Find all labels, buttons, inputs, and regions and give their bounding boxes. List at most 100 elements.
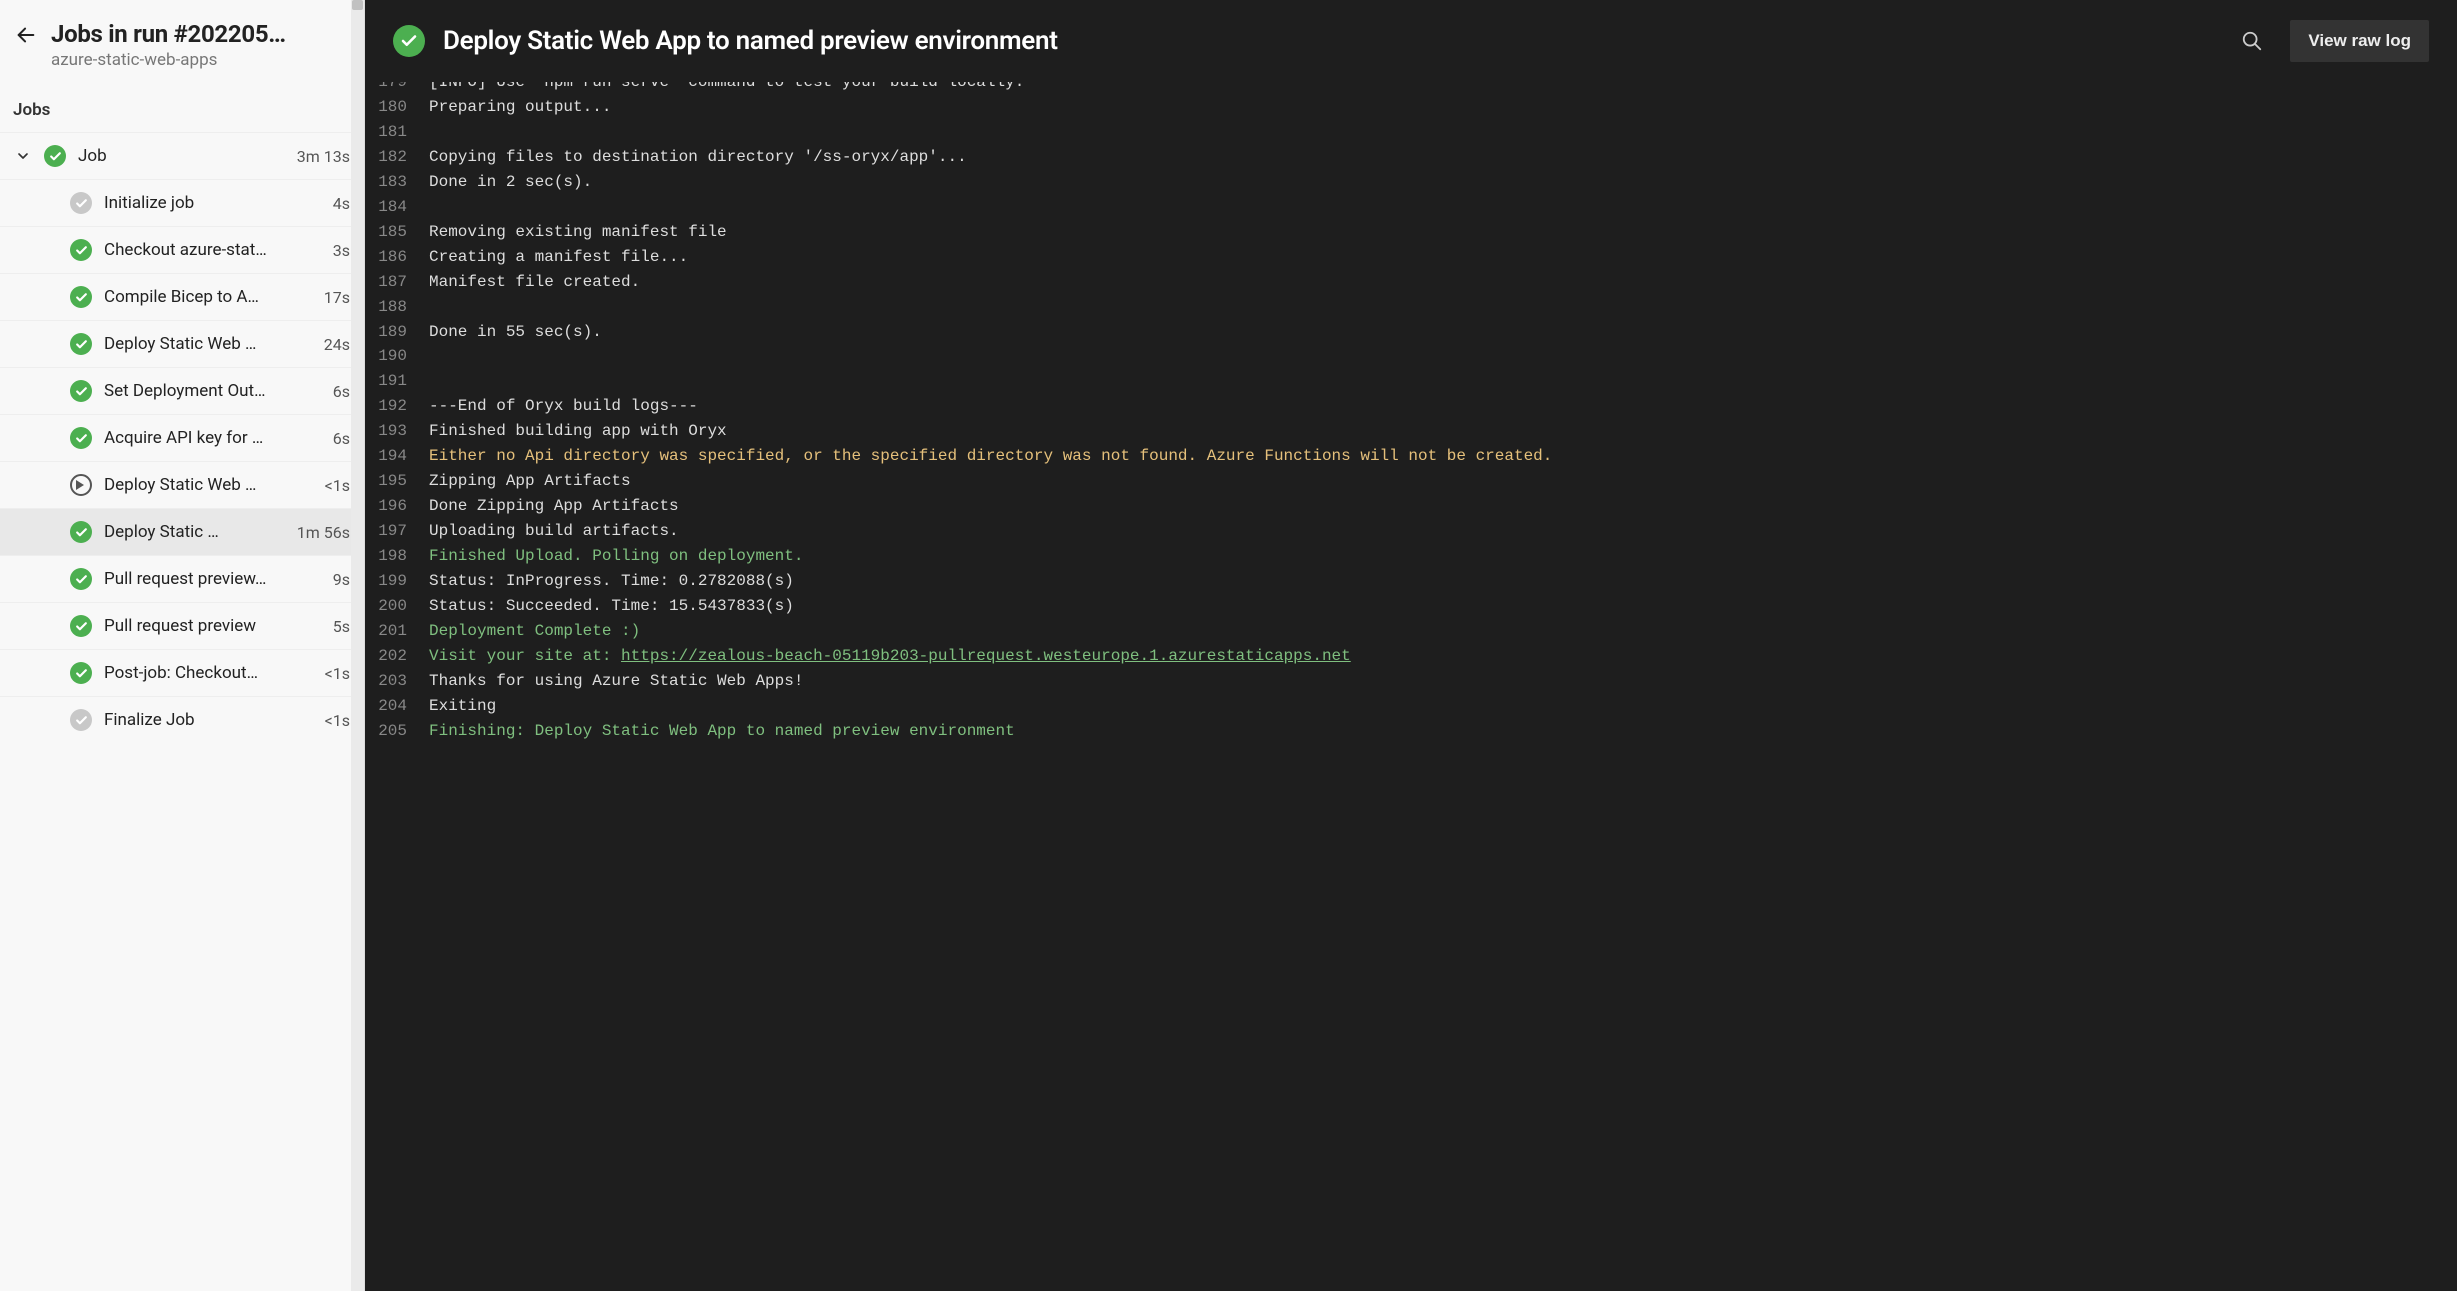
job-list: Job 3m 13s Initialize job4sCheckout azur… bbox=[0, 132, 364, 1291]
deployment-url-link[interactable]: https://zealous-beach-05119b203-pullrequ… bbox=[621, 647, 1351, 665]
line-number: 190 bbox=[373, 344, 429, 369]
step-duration: 4s bbox=[333, 194, 350, 213]
line-text: Creating a manifest file... bbox=[429, 245, 2457, 270]
log-line: 185Removing existing manifest file bbox=[373, 220, 2457, 245]
line-number: 193 bbox=[373, 419, 429, 444]
step-row[interactable]: Initialize job4s bbox=[0, 179, 364, 226]
view-raw-log-button[interactable]: View raw log bbox=[2290, 20, 2429, 62]
log-line: 192---End of Oryx build logs--- bbox=[373, 394, 2457, 419]
line-text bbox=[429, 195, 2457, 220]
run-subtitle: azure-static-web-apps bbox=[51, 50, 349, 70]
line-number: 192 bbox=[373, 394, 429, 419]
chevron-down-icon[interactable] bbox=[14, 148, 32, 164]
line-text: Finished building app with Oryx bbox=[429, 419, 2457, 444]
line-text: Finishing: Deploy Static Web App to name… bbox=[429, 719, 2457, 744]
step-label: Checkout azure-stat… bbox=[104, 240, 321, 260]
step-duration: 24s bbox=[324, 335, 350, 354]
line-text: Finished Upload. Polling on deployment. bbox=[429, 544, 2457, 569]
line-number: 189 bbox=[373, 320, 429, 345]
line-number: 196 bbox=[373, 494, 429, 519]
log-line: 183Done in 2 sec(s). bbox=[373, 170, 2457, 195]
step-label: Deploy Static Web … bbox=[104, 475, 313, 495]
log-line: 194Either no Api directory was specified… bbox=[373, 444, 2457, 469]
line-text: Uploading build artifacts. bbox=[429, 519, 2457, 544]
line-text bbox=[429, 369, 2457, 394]
step-row[interactable]: Post-job: Checkout… <1s bbox=[0, 649, 364, 696]
log-line: 195Zipping App Artifacts bbox=[373, 469, 2457, 494]
line-text bbox=[429, 295, 2457, 320]
log-line: 184 bbox=[373, 195, 2457, 220]
job-row[interactable]: Job 3m 13s bbox=[0, 132, 364, 179]
line-number: 184 bbox=[373, 195, 429, 220]
step-row[interactable]: Deploy Static Web …24s bbox=[0, 320, 364, 367]
line-number: 197 bbox=[373, 519, 429, 544]
status-success-icon bbox=[70, 380, 92, 402]
status-success-icon bbox=[70, 239, 92, 261]
log-line: 182Copying files to destination director… bbox=[373, 145, 2457, 170]
step-row[interactable]: Set Deployment Out… 6s bbox=[0, 367, 364, 414]
step-row[interactable]: Compile Bicep to A…17s bbox=[0, 273, 364, 320]
sidebar-header: Jobs in run #202205… azure-static-web-ap… bbox=[0, 0, 364, 88]
line-text: Deployment Complete :) bbox=[429, 619, 2457, 644]
log-line: 190 bbox=[373, 344, 2457, 369]
step-row[interactable]: Deploy Static …1m 56s bbox=[0, 508, 364, 555]
log-line: 198Finished Upload. Polling on deploymen… bbox=[373, 544, 2457, 569]
line-number: 186 bbox=[373, 245, 429, 270]
status-neutral-icon bbox=[70, 192, 92, 214]
line-number: 203 bbox=[373, 669, 429, 694]
log-line: 205Finishing: Deploy Static Web App to n… bbox=[373, 719, 2457, 744]
line-text: Visit your site at: https://zealous-beac… bbox=[429, 644, 2457, 669]
log-line: 181 bbox=[373, 120, 2457, 145]
status-success-icon bbox=[70, 427, 92, 449]
step-row[interactable]: Checkout azure-stat…3s bbox=[0, 226, 364, 273]
back-arrow-icon[interactable] bbox=[15, 24, 37, 51]
log-line: 196Done Zipping App Artifacts bbox=[373, 494, 2457, 519]
line-number: 187 bbox=[373, 270, 429, 295]
step-duration: <1s bbox=[325, 664, 350, 683]
sidebar-scrollbar-track[interactable] bbox=[351, 0, 364, 1291]
line-text: Removing existing manifest file bbox=[429, 220, 2457, 245]
step-row[interactable]: Pull request preview5s bbox=[0, 602, 364, 649]
search-icon[interactable] bbox=[2232, 21, 2272, 61]
log-viewer[interactable]: 179[INFO] Use `npm run serve` command to… bbox=[365, 82, 2457, 1291]
line-text: Done Zipping App Artifacts bbox=[429, 494, 2457, 519]
main-panel: Deploy Static Web App to named preview e… bbox=[365, 0, 2457, 1291]
line-text: Exiting bbox=[429, 694, 2457, 719]
status-success-icon bbox=[70, 615, 92, 637]
line-text: Status: Succeeded. Time: 15.5437833(s) bbox=[429, 594, 2457, 619]
line-number: 199 bbox=[373, 569, 429, 594]
line-text: Done in 55 sec(s). bbox=[429, 320, 2457, 345]
step-label: Set Deployment Out… bbox=[104, 381, 321, 401]
step-row[interactable]: Finalize Job <1s bbox=[0, 696, 364, 743]
line-number: 181 bbox=[373, 120, 429, 145]
step-title: Deploy Static Web App to named preview e… bbox=[443, 26, 2214, 56]
log-line: 204Exiting bbox=[373, 694, 2457, 719]
line-number: 200 bbox=[373, 594, 429, 619]
step-label: Finalize Job bbox=[104, 710, 313, 730]
line-number: 202 bbox=[373, 644, 429, 669]
line-text: [INFO] Use `npm run serve` command to te… bbox=[429, 82, 2457, 95]
line-number: 204 bbox=[373, 694, 429, 719]
sidebar: Jobs in run #202205… azure-static-web-ap… bbox=[0, 0, 365, 1291]
log-line: 201Deployment Complete :) bbox=[373, 619, 2457, 644]
job-duration: 3m 13s bbox=[297, 147, 350, 166]
line-text: Status: InProgress. Time: 0.2782088(s) bbox=[429, 569, 2457, 594]
step-label: Compile Bicep to A… bbox=[104, 287, 312, 307]
status-neutral-icon bbox=[70, 709, 92, 731]
step-label: Post-job: Checkout… bbox=[104, 663, 313, 683]
line-number: 188 bbox=[373, 295, 429, 320]
line-text bbox=[429, 344, 2457, 369]
log-line: 187Manifest file created. bbox=[373, 270, 2457, 295]
step-duration: 6s bbox=[333, 429, 350, 448]
job-name: Job bbox=[78, 146, 285, 166]
step-duration: <1s bbox=[325, 711, 350, 730]
line-number: 183 bbox=[373, 170, 429, 195]
step-row[interactable]: Deploy Static Web …<1s bbox=[0, 461, 364, 508]
sidebar-scrollbar-thumb[interactable] bbox=[352, 0, 363, 10]
line-number: 194 bbox=[373, 444, 429, 469]
step-row[interactable]: Acquire API key for …6s bbox=[0, 414, 364, 461]
step-label: Deploy Static … bbox=[104, 522, 285, 542]
line-number: 191 bbox=[373, 369, 429, 394]
step-duration: 6s bbox=[333, 382, 350, 401]
step-row[interactable]: Pull request preview…9s bbox=[0, 555, 364, 602]
